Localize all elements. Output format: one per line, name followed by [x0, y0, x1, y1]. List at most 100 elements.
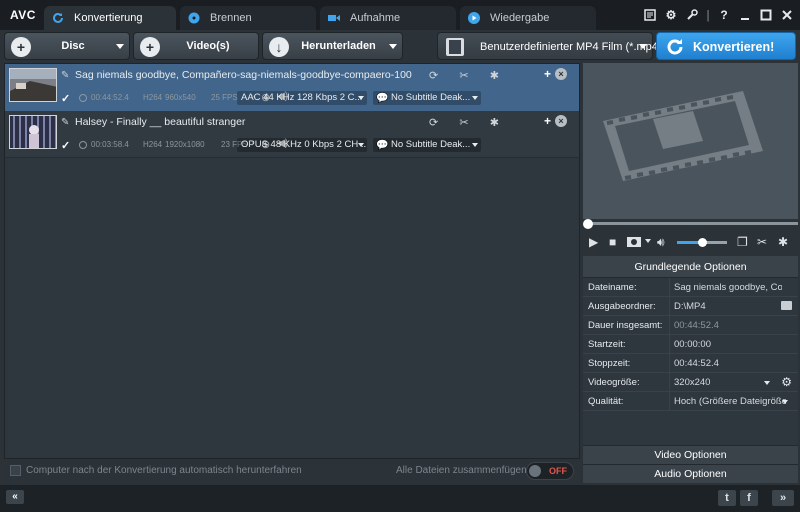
add-icon[interactable]: + — [544, 67, 551, 81]
merge-toggle[interactable]: OFF — [526, 462, 574, 480]
tab-brennen[interactable]: Brennen — [180, 6, 316, 30]
duration: 00:44:52.4 — [91, 93, 129, 102]
file-name[interactable]: ✎ Sag niemals goodbye, Compañero-sag-niem… — [61, 69, 412, 83]
disc-button[interactable]: + Disc — [4, 32, 130, 60]
option-key: Dateiname: — [588, 282, 637, 293]
volume-handle[interactable] — [698, 238, 707, 247]
video-preview — [583, 63, 798, 219]
option-row-duration: Dauer insgesamt: 00:44:52.4 — [583, 316, 798, 335]
close-icon[interactable] — [780, 8, 794, 22]
edit-icon[interactable]: ✎ — [61, 117, 71, 128]
audio-track-select[interactable]: OPUS 48 KHz 0 Kbps 2 CH ... — [237, 138, 367, 152]
effects-icon[interactable]: ✱ — [490, 116, 499, 130]
file-row[interactable]: ✎ Halsey - Finally __ beautiful stranger … — [5, 111, 579, 158]
toggle-state: OFF — [549, 466, 567, 476]
chevron-down-icon[interactable] — [764, 381, 770, 385]
refresh-icon — [667, 39, 683, 55]
volume-icon[interactable]: 🔊︎ — [657, 235, 665, 250]
start-time-field[interactable]: 00:00:00 — [674, 339, 782, 350]
stop-icon[interactable]: ■ — [609, 235, 616, 249]
remove-icon[interactable]: × — [555, 115, 567, 127]
file-row[interactable]: ✎ Sag niemals goodbye, Compañero-sag-niem… — [5, 64, 579, 111]
divider — [669, 335, 670, 354]
tab-wiedergabe[interactable]: Wiedergabe — [460, 6, 596, 30]
checkmark-icon[interactable]: ✓ — [61, 92, 70, 105]
option-row-start: Startzeit: 00:00:00 — [583, 335, 798, 354]
more-icon[interactable]: » — [772, 490, 794, 506]
folder-icon[interactable] — [781, 301, 792, 310]
remove-icon[interactable]: × — [555, 68, 567, 80]
subtitle-icon: 💬 — [376, 93, 389, 104]
filename-value[interactable]: Sag niemals goodbye, Co... — [674, 282, 782, 293]
subtitle-select[interactable]: 💬 No Subtitle Deak... — [373, 91, 481, 105]
status-bar: « t f » — [0, 485, 800, 512]
quality-select[interactable]: Hoch (Größere Dateigröße) — [674, 396, 786, 407]
seek-bar[interactable] — [583, 219, 798, 229]
reload-icon[interactable]: ⟳ — [429, 69, 438, 83]
video-size-select[interactable]: 320x240 — [674, 377, 754, 388]
option-key: Startzeit: — [588, 339, 626, 350]
help-icon[interactable]: ? — [717, 8, 731, 22]
cut-icon[interactable]: ✂ — [459, 69, 468, 83]
gear-icon[interactable]: ⚙ — [781, 375, 792, 389]
resolution: 1920x1080 — [165, 140, 205, 149]
checkmark-icon[interactable]: ✓ — [61, 139, 70, 152]
maximize-icon[interactable] — [759, 8, 773, 22]
cut-icon[interactable]: ✂ — [459, 116, 468, 130]
effects-icon[interactable]: ✱ — [778, 235, 788, 249]
volume-slider[interactable] — [677, 238, 727, 247]
video-options-button[interactable]: Video Optionen — [583, 445, 798, 464]
option-key: Dauer insgesamt: — [588, 320, 663, 331]
audio-options-button[interactable]: Audio Optionen — [583, 464, 798, 483]
seek-handle[interactable] — [583, 219, 593, 229]
wrench-icon[interactable] — [685, 8, 699, 22]
gear-icon[interactable]: ⚙ — [664, 8, 678, 22]
reload-icon[interactable]: ⟳ — [429, 116, 438, 130]
twitter-icon[interactable]: t — [718, 490, 736, 506]
output-format-select[interactable]: Benutzerdefinierter MP4 Film (*.mp4) — [437, 32, 662, 60]
chevron-down-icon[interactable] — [782, 400, 788, 404]
convert-label: Konvertieren! — [693, 40, 775, 54]
total-duration-value: 00:44:52.4 — [674, 320, 719, 331]
chevron-down-icon[interactable] — [645, 239, 651, 243]
tab-konvertierung[interactable]: Konvertierung — [44, 6, 176, 30]
add-icon[interactable]: + — [544, 114, 551, 128]
tab-label: Wiedergabe — [490, 12, 550, 24]
subtitle-label: No Subtitle Deak... — [391, 92, 471, 103]
divider — [669, 278, 670, 297]
audio-track-select[interactable]: AAC 44 KHz 128 Kbps 2 C... — [237, 91, 367, 105]
effects-icon[interactable]: ✱ — [490, 69, 499, 83]
add-videos-button[interactable]: + Video(s) — [133, 32, 259, 60]
clock-icon — [79, 94, 87, 102]
edit-icon[interactable]: ✎ — [61, 70, 71, 81]
tab-aufnahme[interactable]: Aufnahme — [320, 6, 456, 30]
subtitle-icon: 💬 — [376, 140, 389, 151]
video-thumbnail — [9, 115, 57, 149]
play-icon[interactable]: ▶ — [589, 235, 598, 249]
convert-button[interactable]: Konvertieren! — [656, 32, 796, 60]
file-name[interactable]: ✎ Halsey - Finally __ beautiful stranger — [61, 116, 245, 130]
collapse-icon[interactable]: « — [6, 490, 24, 504]
shutdown-label: Computer nach der Konvertierung automati… — [26, 465, 302, 476]
minimize-icon[interactable] — [738, 8, 752, 22]
chevron-down-icon — [639, 44, 647, 49]
list-footer: Computer nach der Konvertierung automati… — [4, 459, 580, 483]
output-folder-value[interactable]: D:\MP4 — [674, 301, 782, 312]
facebook-icon[interactable]: f — [740, 490, 758, 506]
chevron-down-icon[interactable] — [389, 44, 397, 49]
window-controls: ⚙ | ? — [643, 6, 794, 24]
chevron-down-icon[interactable] — [116, 44, 124, 49]
video-thumbnail — [9, 68, 57, 102]
cut-icon[interactable]: ✂ — [757, 235, 767, 249]
copy-icon[interactable]: ❐ — [737, 235, 748, 249]
shutdown-checkbox[interactable] — [10, 465, 21, 476]
options-title[interactable]: Grundlegende Optionen — [583, 256, 798, 278]
list-menu-icon[interactable] — [643, 8, 657, 22]
stop-time-field[interactable]: 00:44:52.4 — [674, 358, 782, 369]
download-button[interactable]: ↓ Herunterladen — [262, 32, 403, 60]
divider — [669, 392, 670, 411]
snapshot-icon[interactable] — [627, 235, 641, 250]
subtitle-select[interactable]: 💬 No Subtitle Deak... — [373, 138, 481, 152]
option-key: Stoppzeit: — [588, 358, 631, 369]
output-format-label: Benutzerdefinierter MP4 Film (*.mp4) — [480, 41, 662, 53]
